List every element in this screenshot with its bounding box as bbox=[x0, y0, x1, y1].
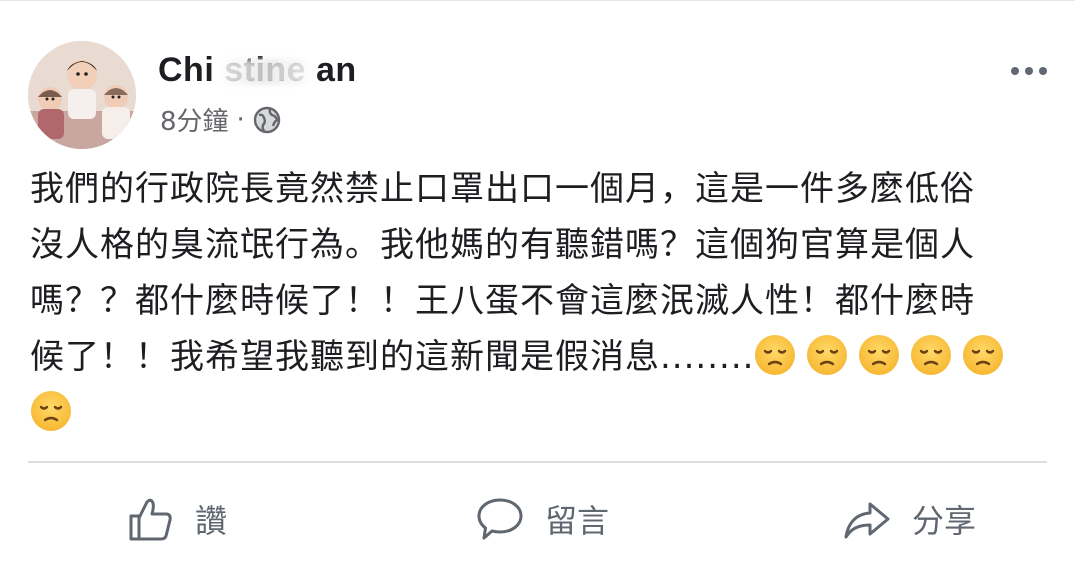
comment-label: 留言 bbox=[545, 502, 610, 540]
like-label: 讚 bbox=[195, 502, 228, 540]
post-text-line: 我們的行政院長竟然禁止口罩出口一個月，這是一件多麼低俗 bbox=[30, 169, 975, 209]
more-dot bbox=[1025, 67, 1033, 75]
action-bar: 讚 留言 分享 bbox=[0, 479, 1075, 559]
post-meta: 8分鐘 · bbox=[160, 101, 281, 138]
share-arrow-icon bbox=[842, 494, 892, 544]
share-label: 分享 bbox=[912, 502, 977, 540]
meta-separator: · bbox=[236, 104, 245, 135]
disappointed-face-emoji-icon bbox=[858, 334, 900, 376]
post-text-line: 嗎？？都什麼時候了！！王八蛋不會這麼泯滅人性！都什麼時 bbox=[30, 281, 975, 321]
disappointed-face-emoji-icon bbox=[910, 334, 952, 376]
name-redaction bbox=[218, 59, 314, 85]
post-text-line: 沒人格的臭流氓行為。我他媽的有聽錯嗎？這個狗官算是個人 bbox=[30, 225, 975, 265]
post-body: 我們的行政院長竟然禁止口罩出口一個月，這是一件多麼低俗 沒人格的臭流氓行為。我他… bbox=[30, 161, 1050, 441]
more-options-icon[interactable] bbox=[1011, 67, 1047, 75]
disappointed-face-emoji-icon bbox=[806, 334, 848, 376]
like-button[interactable]: 讚 bbox=[125, 479, 227, 559]
post-card: Chi stine an 8分鐘 · 我們的行政院長竟然禁止口罩出口一個月，這是… bbox=[0, 0, 1075, 566]
more-dot bbox=[1039, 67, 1047, 75]
more-dot bbox=[1011, 67, 1019, 75]
emoji-row bbox=[754, 334, 1014, 377]
thumbs-up-icon bbox=[125, 494, 175, 544]
comment-button[interactable]: 留言 bbox=[475, 479, 609, 559]
action-divider bbox=[28, 461, 1047, 463]
post-text-line-with-emojis: 候了！！我希望我聽到的這新聞是假消息........ bbox=[30, 329, 1050, 385]
disappointed-face-emoji-icon bbox=[754, 334, 796, 376]
author-avatar[interactable] bbox=[28, 41, 136, 149]
share-button[interactable]: 分享 bbox=[842, 479, 976, 559]
disappointed-face-emoji-icon bbox=[30, 390, 72, 432]
emoji-line bbox=[30, 385, 1050, 441]
post-text-line: 候了！！我希望我聽到的這新聞是假消息........ bbox=[30, 337, 755, 377]
post-timestamp[interactable]: 8分鐘 bbox=[160, 101, 229, 138]
speech-bubble-icon bbox=[475, 494, 525, 544]
disappointed-face-emoji-icon bbox=[962, 334, 1004, 376]
globe-icon[interactable] bbox=[253, 106, 281, 134]
